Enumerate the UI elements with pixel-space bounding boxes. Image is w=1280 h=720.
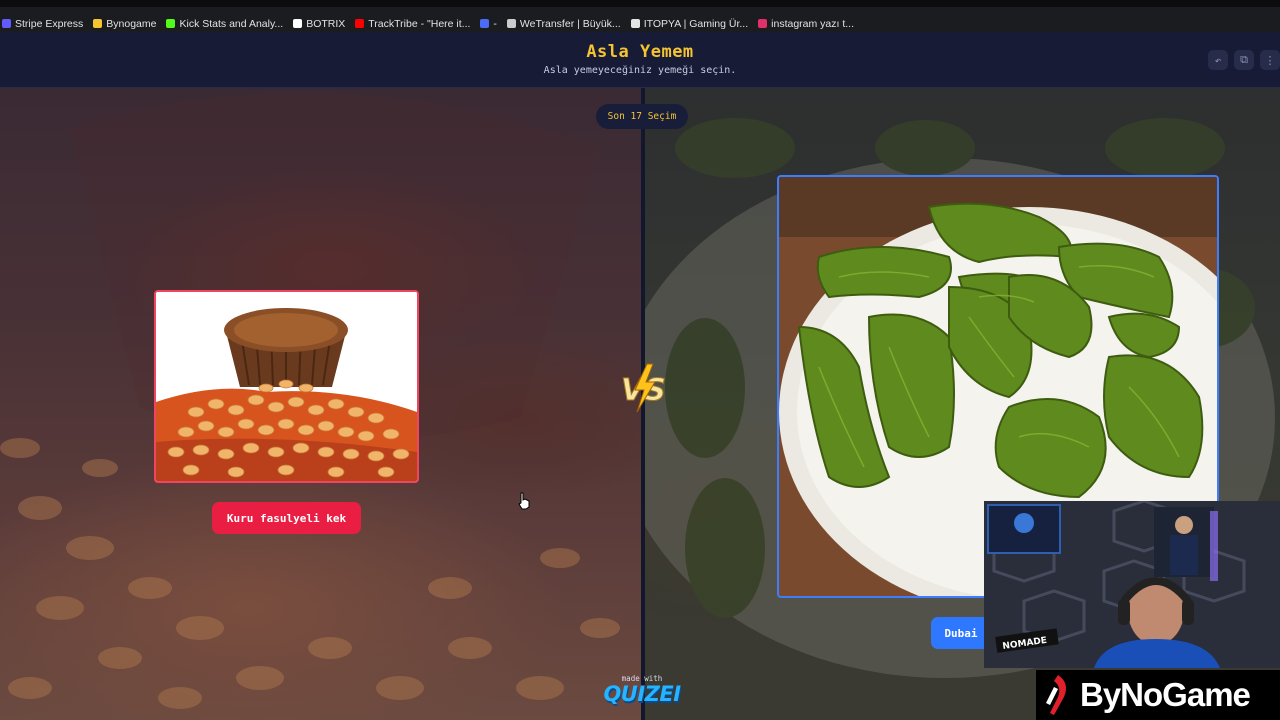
bookmark-favicon-icon [480, 19, 490, 28]
webcam-overlay: NOMADE [984, 501, 1280, 668]
bookmark-label: ITOPYA | Gaming Ür... [643, 17, 749, 30]
bookmark-item[interactable]: instagram yazı t... [758, 18, 854, 30]
made-with-footer[interactable]: made with QUIZEI [596, 674, 688, 706]
hand-cursor-icon [518, 492, 530, 510]
bookmark-favicon-icon [758, 19, 768, 28]
bean-cake-image [156, 292, 417, 481]
bookmark-label: TrackTribe - "Here it... [368, 17, 471, 30]
recent-choices-pill[interactable]: Son 17 Seçim [596, 104, 688, 129]
bookmark-favicon-icon [293, 19, 303, 28]
right-choice-label[interactable]: Dubai [931, 617, 991, 649]
bookmark-item[interactable]: Bynogame [93, 18, 156, 30]
bookmark-item[interactable]: TrackTribe - "Here it... [355, 18, 470, 30]
left-choice-card[interactable] [154, 290, 419, 483]
bookmark-favicon-icon [2, 19, 11, 28]
bookmark-label: Kick Stats and Analy... [179, 17, 284, 30]
bookmark-item[interactable]: Stripe Express [2, 18, 83, 30]
bynogame-text: ByNoGame [1080, 676, 1251, 713]
bookmark-label: BOTRIX [306, 17, 346, 30]
bookmark-item[interactable]: ITOPYA | Gaming Ür... [630, 17, 749, 30]
app-root: Stripe Express Bynogame Kick Stats and Ana… [0, 0, 1280, 720]
bynogame-watermark: ByNoGame [1036, 670, 1280, 720]
bookmark-item[interactable]: WeTransfer | Büyük... [506, 17, 621, 30]
undo-icon[interactable]: ↶ [1208, 50, 1228, 70]
left-choice-label[interactable]: Kuru fasulyeli kek [212, 502, 361, 534]
bookmark-label: Bynogame [106, 17, 157, 30]
page-title: Asla Yemem [586, 42, 694, 62]
page-subtitle: Asla yemeyeceğiniz yemeği seçin. [543, 65, 737, 76]
bookmark-favicon-icon [166, 19, 176, 28]
bookmark-item[interactable]: BOTRIX [293, 18, 345, 30]
bookmark-favicon-icon [93, 19, 103, 28]
streamer-webcam-feed: NOMADE [984, 501, 1280, 668]
share-icon[interactable]: ⧉ [1234, 50, 1254, 70]
bookmark-favicon-icon [630, 19, 640, 28]
bookmark-favicon-icon [506, 19, 516, 28]
bookmark-item[interactable]: Kick Stats and Analy... [166, 18, 283, 30]
header-actions: ↶ ⧉ ⋮ [1208, 50, 1280, 70]
bookmark-label: WeTransfer | Büyük... [519, 17, 621, 30]
more-icon[interactable]: ⋮ [1260, 50, 1280, 70]
bookmark-label: Stripe Express [15, 17, 84, 30]
bookmark-label: - [493, 17, 497, 30]
bookmark-favicon-icon [355, 19, 365, 28]
bookmark-label: instagram yazı t... [771, 17, 855, 30]
vs-lightning-icon: VS [621, 363, 666, 413]
quizei-logo[interactable]: QUIZEI [596, 682, 688, 706]
bookmark-item[interactable]: - [480, 18, 497, 30]
bynogame-logo-icon [1046, 675, 1066, 715]
page-header: Asla Yemem Asla yemeyeceğiniz yemeği seç… [0, 32, 1280, 88]
